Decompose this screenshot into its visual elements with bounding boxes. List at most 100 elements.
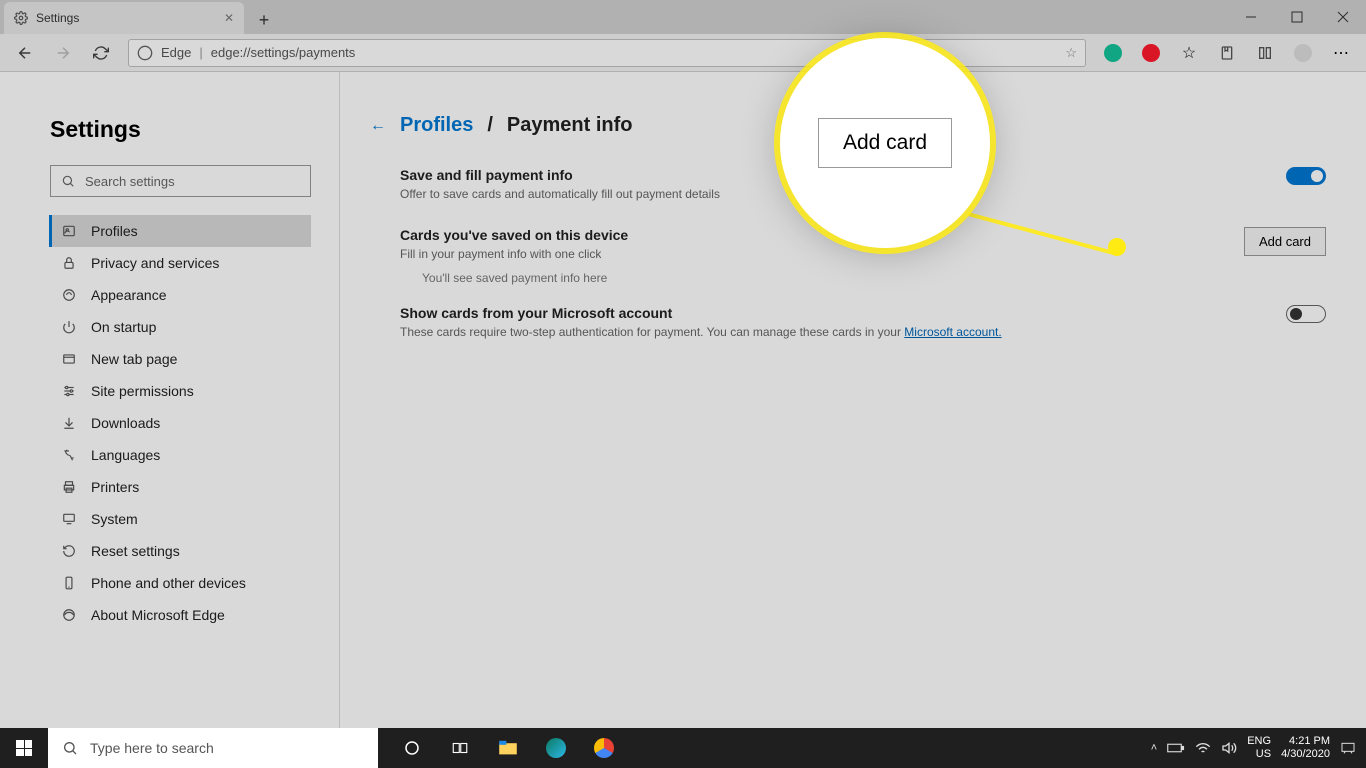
extension-opera-icon[interactable] [1134,36,1168,70]
windows-taskbar: Type here to search ˄ ENG US 4:21 PM 4/3… [0,728,1366,768]
saved-cards-empty: You'll see saved payment info here [422,271,1326,285]
browser-tab[interactable]: Settings ✕ [4,2,244,34]
permissions-icon [61,384,77,398]
sidebar-item-label: Privacy and services [91,255,219,271]
edge-icon [137,45,153,61]
titlebar: Settings ✕ + [0,0,1366,34]
search-placeholder: Search settings [85,174,175,189]
sidebar-item-label: Downloads [91,415,160,431]
language-icon [61,448,77,462]
tray-chevron-icon[interactable]: ˄ [1151,742,1157,754]
file-explorer-icon[interactable] [484,728,532,768]
settings-heading: Settings [50,116,311,143]
breadcrumb-profiles-link[interactable]: Profiles [400,114,473,137]
collections-icon[interactable] [1210,36,1244,70]
sidebar-item-appearance[interactable]: Appearance [49,279,311,311]
reset-icon [61,544,77,558]
sidebar-item-label: Reset settings [91,543,180,559]
sidebar-item-label: Appearance [91,287,167,303]
refresh-button[interactable] [84,36,118,70]
close-icon[interactable]: ✕ [224,11,234,25]
sidebar-item-privacy[interactable]: Privacy and services [49,247,311,279]
annotation-spotlight: Add card [780,38,990,248]
gear-icon [14,11,28,25]
ms-cards-title: Show cards from your Microsoft account [400,305,1266,321]
wifi-icon[interactable] [1195,741,1211,755]
tab-title: Settings [36,11,79,25]
sidebar-item-label: System [91,511,138,527]
menu-button[interactable]: ⋯ [1324,36,1358,70]
browser-toolbar: Edge | edge://settings/payments ☆ ☆ ⋯ [0,34,1366,72]
system-icon [61,512,77,526]
minimize-button[interactable] [1228,0,1274,34]
power-icon [61,320,77,334]
sidebar-item-label: Phone and other devices [91,575,246,591]
notifications-icon[interactable] [1340,741,1356,755]
profile-icon [61,224,77,238]
lock-icon [61,256,77,270]
taskbar-search[interactable]: Type here to search [48,728,378,768]
maximize-button[interactable] [1274,0,1320,34]
taskbar-search-placeholder: Type here to search [90,740,214,756]
sidebar-item-label: Printers [91,479,139,495]
sidebar-item-profiles[interactable]: Profiles [49,215,311,247]
ms-cards-desc: These cards require two-step authenticat… [400,325,1266,339]
taskview-icon[interactable] [436,728,484,768]
sidebar-item-label: Profiles [91,223,138,239]
favorite-star-icon[interactable]: ☆ [1065,45,1077,61]
profile-avatar[interactable] [1286,36,1320,70]
cortana-icon[interactable] [388,728,436,768]
start-button[interactable] [0,728,48,768]
close-window-button[interactable] [1320,0,1366,34]
favorites-icon[interactable]: ☆ [1172,36,1206,70]
sidebar-item-label: On startup [91,319,156,335]
sidebar-item-site-permissions[interactable]: Site permissions [49,375,311,407]
appearance-icon [61,288,77,302]
download-icon [61,416,77,430]
battery-icon[interactable] [1167,742,1185,754]
extension-grammarly-icon[interactable] [1096,36,1130,70]
sidebar-item-label: Languages [91,447,160,463]
sidebar-item-phone[interactable]: Phone and other devices [49,567,311,599]
saved-cards-title: Cards you've saved on this device [400,227,1224,243]
sidebar-item-label: Site permissions [91,383,194,399]
annotation-add-card-button: Add card [818,118,952,168]
save-fill-toggle[interactable] [1286,167,1326,185]
sidebar-item-reset[interactable]: Reset settings [49,535,311,567]
newtab-icon [61,352,77,366]
settings-sidebar: Settings Search settings Profiles Privac… [0,72,340,728]
sidebar-item-languages[interactable]: Languages [49,439,311,471]
annotation-callout-dot [1108,238,1126,256]
new-tab-button[interactable]: + [250,6,278,34]
microsoft-account-link[interactable]: Microsoft account. [904,325,1001,339]
sidebar-item-label: About Microsoft Edge [91,607,225,623]
breadcrumb-sep: / [487,114,493,137]
tray-lang[interactable]: ENG US [1247,735,1271,761]
tray-clock[interactable]: 4:21 PM 4/30/2020 [1281,735,1330,761]
sidebar-item-label: New tab page [91,351,177,367]
reading-icon[interactable] [1248,36,1282,70]
forward-button[interactable] [46,36,80,70]
printer-icon [61,480,77,494]
sidebar-item-printers[interactable]: Printers [49,471,311,503]
page-title: Payment info [507,114,633,137]
sidebar-item-system[interactable]: System [49,503,311,535]
sidebar-item-newtab[interactable]: New tab page [49,343,311,375]
back-button[interactable] [8,36,42,70]
search-icon [62,740,78,756]
sidebar-item-about[interactable]: About Microsoft Edge [49,599,311,631]
window-controls [1228,0,1366,34]
add-card-button[interactable]: Add card [1244,227,1326,256]
edge-taskbar-icon[interactable] [532,728,580,768]
address-label: Edge [161,45,191,60]
chrome-taskbar-icon[interactable] [580,728,628,768]
volume-icon[interactable] [1221,741,1237,755]
sidebar-item-downloads[interactable]: Downloads [49,407,311,439]
search-icon [61,174,75,188]
edge-about-icon [61,608,77,622]
phone-icon [61,576,77,590]
ms-cards-toggle[interactable] [1286,305,1326,323]
back-arrow-icon[interactable]: ← [370,117,386,135]
search-settings-input[interactable]: Search settings [50,165,311,197]
sidebar-item-onstartup[interactable]: On startup [49,311,311,343]
